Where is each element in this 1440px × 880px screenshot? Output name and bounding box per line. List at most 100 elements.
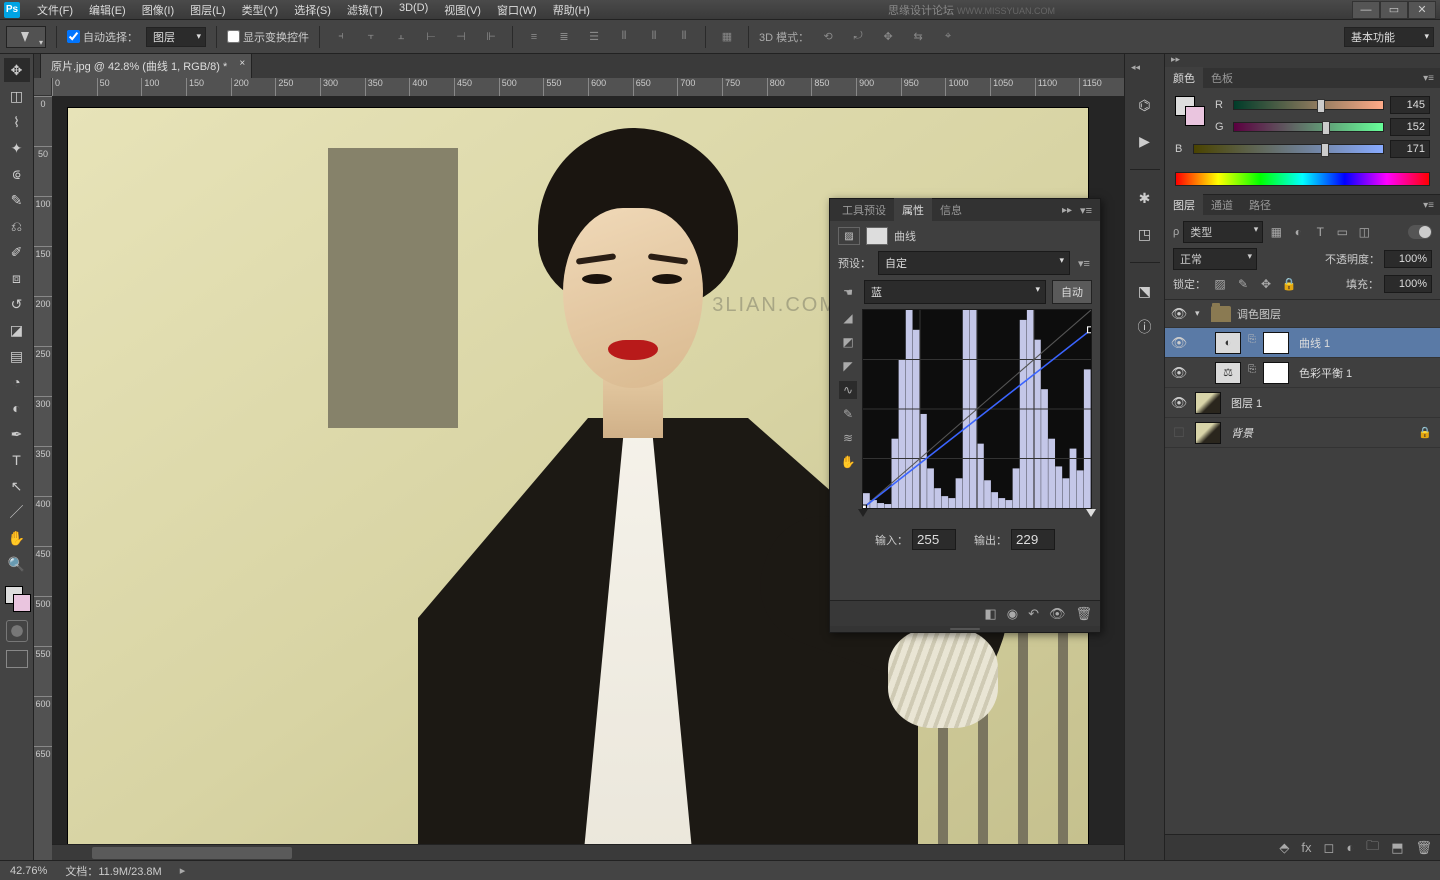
3d-zoom-icon[interactable]: ⌖ [937, 26, 959, 48]
menu-view[interactable]: 视图(V) [437, 0, 488, 20]
healing-brush-tool[interactable]: ⎌ [4, 214, 30, 238]
tab-info[interactable]: 信息 [932, 198, 970, 222]
info-panel-icon[interactable]: ⓘ [1133, 315, 1157, 339]
tab-swatches[interactable]: 色板 [1203, 67, 1241, 89]
close-tab-icon[interactable]: × [239, 58, 245, 69]
horizontal-scrollbar[interactable] [52, 844, 1124, 860]
tab-paths[interactable]: 路径 [1241, 194, 1279, 216]
align-vcenter-icon[interactable]: ⫟ [360, 26, 382, 48]
visibility-toggle[interactable]: 👁 [1169, 306, 1189, 322]
clone-stamp-tool[interactable]: ⧈ [4, 266, 30, 290]
layer-mask-thumb[interactable] [1263, 362, 1289, 384]
filter-pixel-icon[interactable]: ▦ [1267, 223, 1285, 241]
r-slider[interactable] [1233, 100, 1384, 110]
curves-output-field[interactable] [1011, 529, 1055, 550]
panel-collapse-icon[interactable]: ▸▸ [1058, 205, 1076, 216]
visibility-toggle[interactable]: 👁 [1169, 395, 1189, 411]
view-previous-icon[interactable]: ◉ [1007, 606, 1018, 622]
new-adjustment-icon[interactable]: ◐ [1346, 840, 1354, 855]
auto-select-checkbox[interactable]: 自动选择： [67, 29, 138, 45]
auto-align-icon[interactable]: ▦ [716, 26, 738, 48]
tab-layers[interactable]: 图层 [1165, 194, 1203, 216]
maximize-button[interactable]: ▭ [1380, 1, 1408, 19]
delete-layer-icon[interactable]: 🗑 [1415, 840, 1432, 856]
distribute-top-icon[interactable]: ≡ [523, 26, 545, 48]
collapse-dock-icon[interactable]: ▸▸ [1165, 54, 1440, 68]
distribute-vcenter-icon[interactable]: ≣ [553, 26, 575, 48]
r-value[interactable]: 145 [1390, 96, 1430, 114]
layer-filter-kind[interactable]: 类型 [1183, 221, 1263, 243]
menu-3d[interactable]: 3D(D) [392, 0, 435, 20]
menu-help[interactable]: 帮助(H) [546, 0, 597, 20]
tab-channels[interactable]: 通道 [1203, 194, 1241, 216]
menu-type[interactable]: 类型(Y) [235, 0, 286, 20]
adjustments-icon[interactable]: ⬔ [1133, 279, 1157, 303]
3d-slide-icon[interactable]: ⇆ [907, 26, 929, 48]
toggle-visibility-icon[interactable]: 👁 [1049, 606, 1066, 622]
dodge-tool[interactable]: ◐ [4, 396, 30, 420]
panel-resize-grip[interactable] [830, 626, 1100, 632]
blur-tool[interactable]: ◔ [4, 370, 30, 394]
filter-shape-icon[interactable]: ▭ [1333, 223, 1351, 241]
curve-draw-icon[interactable]: ✎ [839, 405, 857, 423]
align-bottom-icon[interactable]: ⫠ [390, 26, 412, 48]
character-icon[interactable]: ✱ [1133, 186, 1157, 210]
show-transform-checkbox[interactable]: 显示变换控件 [227, 29, 309, 45]
link-icon[interactable]: ⎘ [1247, 364, 1257, 382]
pen-tool[interactable]: ✒ [4, 422, 30, 446]
new-layer-icon[interactable]: ⬒ [1391, 840, 1403, 856]
layer-curves[interactable]: 👁 ◐ ⎘ 曲线 1 [1165, 328, 1440, 358]
menu-file[interactable]: 文件(F) [30, 0, 80, 20]
status-menu-icon[interactable]: ▸ [180, 864, 186, 877]
preset-dropdown[interactable]: 自定 [878, 251, 1070, 275]
ruler-horizontal[interactable]: 0501001502002503003504004505005506006507… [52, 78, 1124, 96]
lock-all-icon[interactable]: 🔒 [1280, 275, 1298, 293]
color-spectrum[interactable] [1175, 172, 1430, 186]
link-icon[interactable]: ⎘ [1247, 334, 1257, 352]
magic-wand-tool[interactable]: ✦ [4, 136, 30, 160]
canvas-viewport[interactable]: 0501001502002503003504004505005506006507… [34, 78, 1124, 860]
target-adjust-icon[interactable]: ☚ [838, 286, 858, 299]
eraser-tool[interactable]: ◪ [4, 318, 30, 342]
lock-pixels-icon[interactable]: ✎ [1234, 275, 1252, 293]
filter-toggle[interactable] [1408, 225, 1432, 239]
history-brush-tool[interactable]: ↺ [4, 292, 30, 316]
histogram-icon[interactable]: ⌬ [1133, 93, 1157, 117]
filter-smart-icon[interactable]: ◫ [1355, 223, 1373, 241]
curves-graph[interactable] [862, 309, 1092, 509]
reset-icon[interactable]: ↶ [1028, 606, 1039, 622]
lasso-tool[interactable]: ⌇ [4, 110, 30, 134]
move-tool[interactable]: ✥ [4, 58, 30, 82]
auto-select-target[interactable]: 图层 [146, 27, 206, 47]
delete-adjustment-icon[interactable]: 🗑 [1075, 606, 1092, 622]
sample-black-icon[interactable]: ◢ [839, 309, 857, 327]
crop-tool[interactable]: ⟃ [4, 162, 30, 186]
zoom-tool[interactable]: 🔍 [4, 552, 30, 576]
color-panel-menu-icon[interactable]: ▾≡ [1417, 73, 1440, 84]
gradient-tool[interactable]: ▤ [4, 344, 30, 368]
filter-type-icon[interactable]: T [1311, 223, 1329, 241]
b-value[interactable]: 171 [1390, 140, 1430, 158]
tool-preset-picker[interactable] [6, 26, 46, 48]
add-mask-icon[interactable]: ◻ [1324, 840, 1335, 856]
curves-input-field[interactable] [912, 529, 956, 550]
curve-smooth-icon[interactable]: ≋ [839, 429, 857, 447]
align-left-icon[interactable]: ⊢ [420, 26, 442, 48]
g-slider[interactable] [1233, 122, 1384, 132]
marquee-tool[interactable]: ◫ [4, 84, 30, 108]
curves-range-sliders[interactable] [862, 509, 1092, 521]
curve-clip-icon[interactable]: ✋ [839, 453, 857, 471]
distribute-bottom-icon[interactable]: ☰ [583, 26, 605, 48]
channel-dropdown[interactable]: 蓝 [864, 280, 1046, 304]
quick-mask-toggle[interactable] [6, 620, 28, 642]
screen-mode-toggle[interactable] [6, 650, 28, 668]
distribute-left-icon[interactable]: ⦀ [613, 26, 635, 48]
minimize-button[interactable]: — [1352, 1, 1380, 19]
align-hcenter-icon[interactable]: ⊣ [450, 26, 472, 48]
tab-properties[interactable]: 属性 [894, 198, 932, 222]
document-tab[interactable]: 原片.jpg @ 42.8% (曲线 1, RGB/8) *× [40, 53, 252, 78]
align-top-icon[interactable]: ⫞ [330, 26, 352, 48]
path-select-tool[interactable]: ↖ [4, 474, 30, 498]
curve-point-icon[interactable]: ∿ [839, 381, 857, 399]
lock-transparent-icon[interactable]: ▨ [1211, 275, 1229, 293]
